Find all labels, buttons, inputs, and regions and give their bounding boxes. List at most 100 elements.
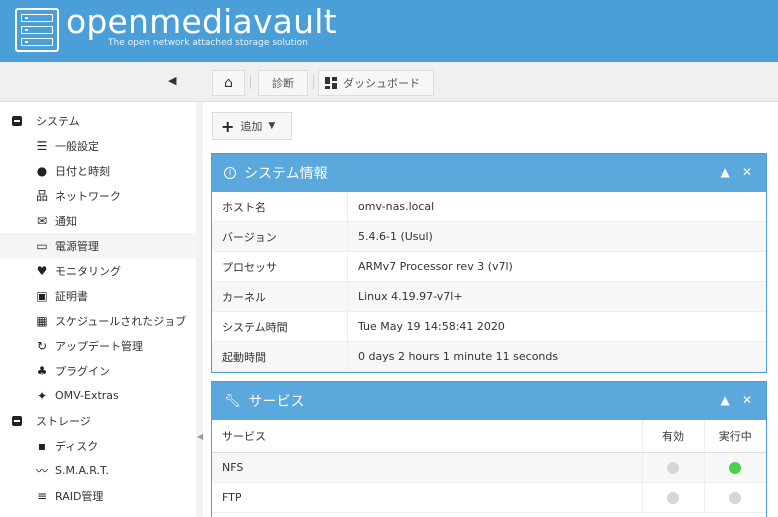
sidebar-item-smart[interactable]: 〰 S.M.A.R.T. bbox=[0, 458, 196, 483]
sidebar-item-label: RAID管理 bbox=[55, 489, 104, 503]
services-table: サービス 有効 実行中 NFS FTP bbox=[212, 420, 766, 513]
sliders-icon: ☰ bbox=[36, 138, 48, 153]
close-panel-icon[interactable]: ✕ bbox=[742, 165, 752, 179]
services-panel: 🔧︎ サービス ▲ ✕ サービス 有効 実行中 NFS FTP bbox=[211, 381, 767, 517]
info-key: プロセッサ bbox=[212, 252, 348, 281]
logo-title: openmediavault bbox=[66, 2, 337, 41]
add-widget-button[interactable]: + 追加 ▼ bbox=[212, 112, 292, 140]
satellite-icon: ✦ bbox=[36, 388, 48, 403]
sidebar-section-label: ストレージ bbox=[36, 414, 91, 428]
sidebar-item-omv-extras[interactable]: ✦ OMV-Extras bbox=[0, 383, 196, 408]
certificate-icon: ▣ bbox=[36, 288, 48, 303]
sidebar-section-system[interactable]: システム bbox=[0, 108, 196, 133]
sidebar-item-updates[interactable]: ↻ アップデート管理 bbox=[0, 333, 196, 358]
sidebar-item-label: OMV-Extras bbox=[55, 389, 119, 402]
sidebar-item-label: S.M.A.R.T. bbox=[55, 464, 109, 477]
pulse-icon: 〰 bbox=[35, 464, 48, 478]
logo-server-icon bbox=[15, 8, 59, 52]
info-key: ホスト名 bbox=[212, 192, 348, 221]
running-cell bbox=[703, 452, 766, 483]
sidebar-item-network[interactable]: 品 ネットワーク bbox=[0, 183, 196, 208]
sidebar-item-label: プラグイン bbox=[55, 364, 110, 378]
logo-subtitle: The open network attached storage soluti… bbox=[108, 38, 308, 48]
network-icon: 品 bbox=[35, 189, 48, 203]
collapse-panel-icon[interactable]: ▲ bbox=[721, 165, 730, 179]
column-header-running[interactable]: 実行中 bbox=[703, 420, 766, 453]
sidebar-item-certificates[interactable]: ▣ 証明書 bbox=[0, 283, 196, 308]
database-icon: ≡ bbox=[36, 488, 48, 503]
breadcrumb-divider bbox=[313, 75, 314, 89]
panel-tools: ▲ ✕ bbox=[721, 393, 752, 407]
sidebar-item-label: モニタリング bbox=[55, 264, 121, 278]
puzzle-icon: ♣ bbox=[36, 363, 48, 378]
info-value: Linux 4.19.97-v7l+ bbox=[358, 290, 463, 303]
sidebar-item-label: 日付と時刻 bbox=[55, 164, 110, 178]
table-row: カーネル Linux 4.19.97-v7l+ bbox=[212, 282, 766, 312]
sidebar-section-label: システム bbox=[36, 114, 80, 128]
caret-down-icon: ▼ bbox=[268, 121, 276, 131]
enabled-cell bbox=[641, 452, 704, 483]
table-row: 起動時間 0 days 2 hours 1 minute 11 seconds bbox=[212, 342, 766, 372]
sidebar-item-label: アップデート管理 bbox=[55, 339, 143, 353]
table-row: プロセッサ ARMv7 Processor rev 3 (v7l) bbox=[212, 252, 766, 282]
sidebar-item-raid[interactable]: ≡ RAID管理 bbox=[0, 483, 196, 508]
running-cell bbox=[703, 482, 766, 513]
info-key: 起動時間 bbox=[212, 342, 348, 371]
collapse-sidebar-icon[interactable]: ◀ bbox=[168, 74, 176, 87]
toolbar: ◀ ⌂ 診断 ダッシュボード bbox=[0, 62, 778, 102]
sidebar-item-general[interactable]: ☰ 一般設定 bbox=[0, 133, 196, 158]
column-header-service[interactable]: サービス bbox=[212, 420, 642, 453]
heartbeat-icon: ♥ bbox=[36, 263, 48, 278]
sidebar-item-disks[interactable]: ▪ ディスク bbox=[0, 433, 196, 458]
splitter-arrow-icon[interactable]: ◀ bbox=[197, 432, 203, 441]
sidebar: システム ☰ 一般設定 ● 日付と時刻 品 ネットワーク ✉ 通知 ▭ 電源管理… bbox=[0, 102, 200, 517]
column-header-enabled[interactable]: 有効 bbox=[641, 420, 704, 453]
status-dot-icon bbox=[667, 461, 679, 474]
table-row: バージョン 5.4.6-1 (Usul) bbox=[212, 222, 766, 252]
breadcrumb-dashboard[interactable]: ダッシュボード bbox=[318, 70, 434, 96]
battery-icon: ▭ bbox=[36, 238, 48, 253]
sidebar-item-notification[interactable]: ✉ 通知 bbox=[0, 208, 196, 233]
table-row: FTP bbox=[212, 482, 766, 513]
sidebar-item-datetime[interactable]: ● 日付と時刻 bbox=[0, 158, 196, 183]
sidebar-item-label: 証明書 bbox=[55, 289, 88, 303]
info-key: システム時間 bbox=[212, 312, 348, 341]
sidebar-item-label: スケジュールされたジョブ bbox=[55, 314, 187, 328]
sidebar-splitter[interactable]: ◀ bbox=[196, 102, 203, 517]
sidebar-item-label: 一般設定 bbox=[55, 139, 99, 153]
wrench-icon: 🔧︎ bbox=[224, 393, 241, 409]
sidebar-item-label: 電源管理 bbox=[55, 239, 99, 253]
service-name: NFS bbox=[212, 452, 642, 483]
add-label: 追加 bbox=[240, 120, 263, 133]
breadcrumb-divider bbox=[250, 75, 251, 89]
sidebar-item-label: ネットワーク bbox=[55, 189, 121, 203]
table-row: NFS bbox=[212, 452, 766, 483]
calendar-clock-icon: ▦ bbox=[36, 313, 48, 328]
services-header: 🔧︎ サービス ▲ ✕ bbox=[212, 382, 766, 420]
sidebar-item-label: ディスク bbox=[55, 439, 99, 453]
sidebar-item-label: 通知 bbox=[55, 214, 77, 228]
services-title: サービス bbox=[248, 394, 305, 410]
status-dot-icon bbox=[667, 491, 679, 504]
sidebar-item-scheduled-jobs[interactable]: ▦ スケジュールされたジョブ bbox=[0, 308, 196, 333]
collapse-panel-icon[interactable]: ▲ bbox=[721, 393, 730, 407]
plus-icon: + bbox=[221, 116, 235, 136]
sidebar-section-storage[interactable]: ストレージ bbox=[0, 408, 196, 433]
sidebar-item-power[interactable]: ▭ 電源管理 bbox=[0, 233, 196, 258]
dashboard-icon bbox=[325, 77, 337, 89]
sidebar-item-plugins[interactable]: ♣ プラグイン bbox=[0, 358, 196, 383]
disk-icon: ▪ bbox=[37, 438, 47, 453]
breadcrumb-home-button[interactable]: ⌂ bbox=[212, 70, 245, 96]
info-value: Tue May 19 14:58:41 2020 bbox=[358, 320, 505, 333]
breadcrumb-diagnostics[interactable]: 診断 bbox=[258, 70, 308, 96]
status-dot-icon bbox=[729, 491, 742, 504]
system-info-title: システム情報 bbox=[244, 166, 328, 182]
home-icon: ⌂ bbox=[224, 75, 233, 91]
system-info-panel: i システム情報 ▲ ✕ ホスト名 omv-nas.local バージョン 5.… bbox=[211, 153, 767, 373]
status-dot-icon bbox=[729, 461, 742, 474]
clock-icon: ● bbox=[36, 163, 48, 178]
info-icon: i bbox=[224, 167, 236, 179]
close-panel-icon[interactable]: ✕ bbox=[742, 393, 752, 407]
table-row: ホスト名 omv-nas.local bbox=[212, 192, 766, 222]
sidebar-item-monitoring[interactable]: ♥ モニタリング bbox=[0, 258, 196, 283]
